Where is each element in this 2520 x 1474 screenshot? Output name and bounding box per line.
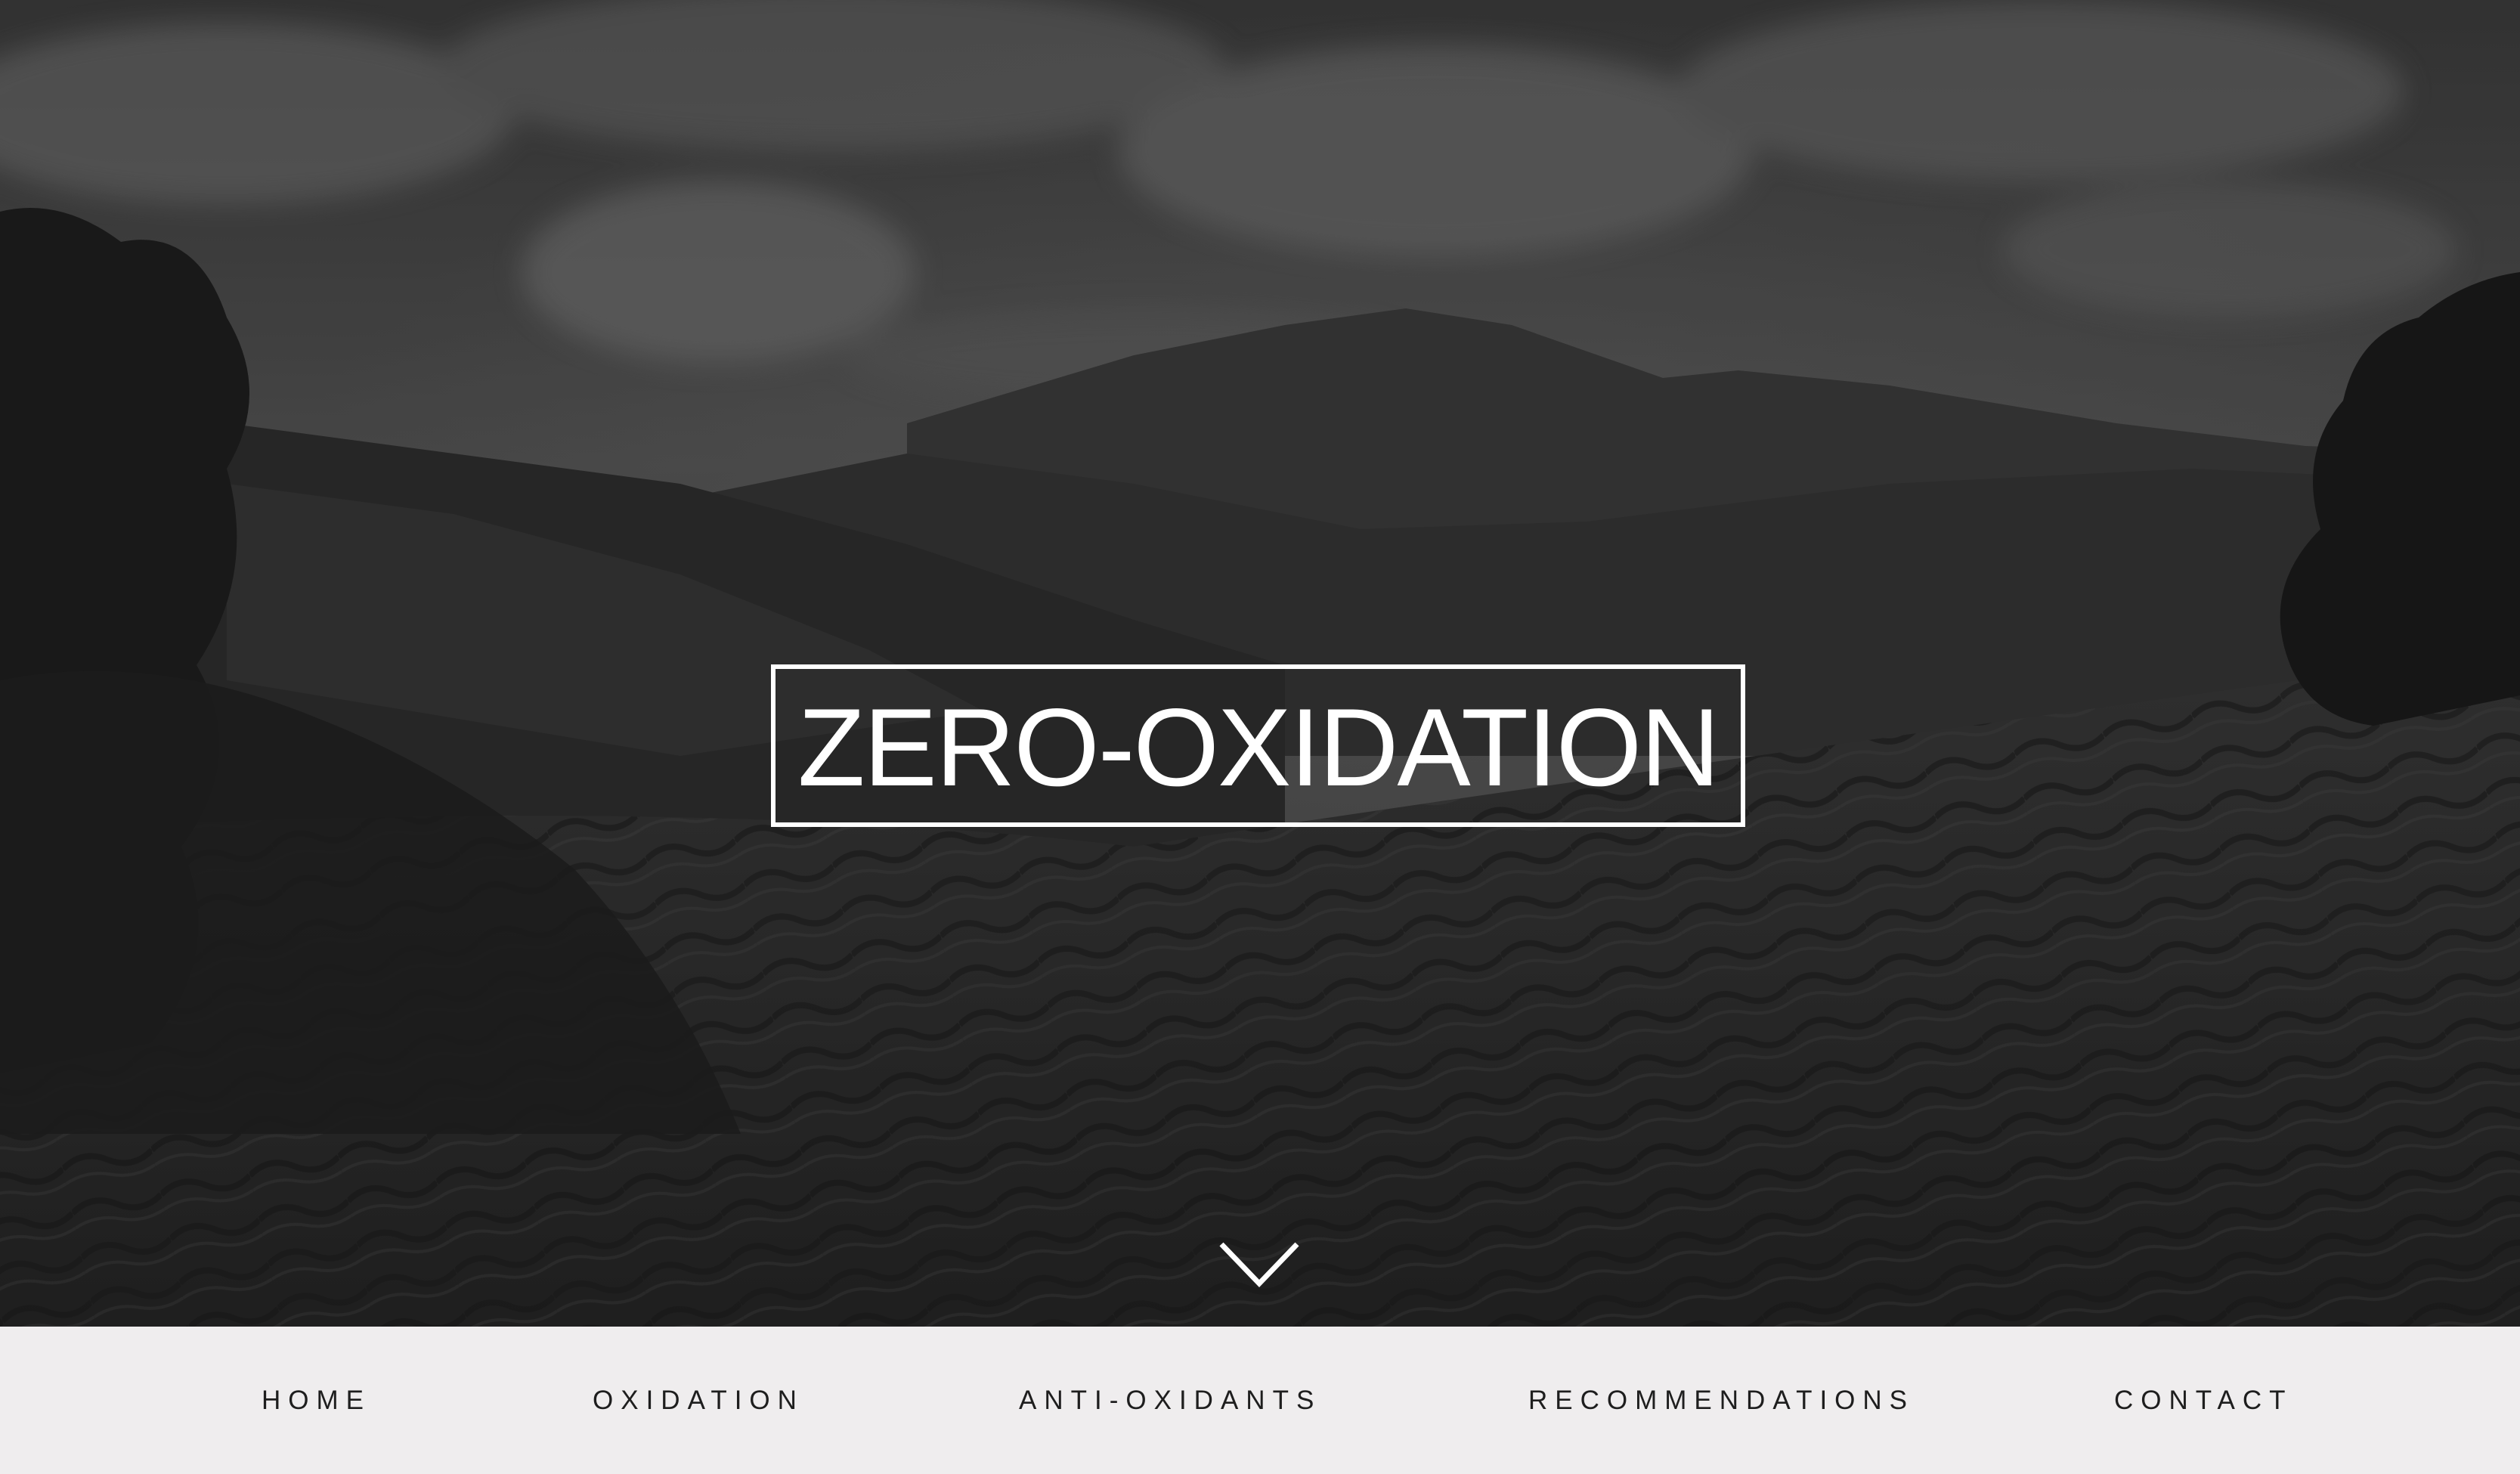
hero-title: ZERO-OXIDATION (797, 685, 1720, 809)
nav-item-anti-oxidants[interactable]: ANTI-OXIDANTS (1019, 1327, 1321, 1474)
nav-item-oxidation[interactable]: OXIDATION (593, 1327, 804, 1474)
nav-item-recommendations[interactable]: RECOMMENDATIONS (1528, 1327, 1915, 1474)
nav-item-contact[interactable]: CONTACT (2114, 1327, 2293, 1474)
nav-item-home[interactable]: HOME (262, 1327, 371, 1474)
chevron-down-icon[interactable] (1217, 1240, 1302, 1291)
hero-background-image (0, 0, 2520, 1327)
hero-title-frame: ZERO-OXIDATION (771, 664, 1745, 827)
main-navigation: HOME OXIDATION ANTI-OXIDANTS RECOMMENDAT… (0, 1327, 2520, 1474)
hero-section: ZERO-OXIDATION (0, 0, 2520, 1327)
